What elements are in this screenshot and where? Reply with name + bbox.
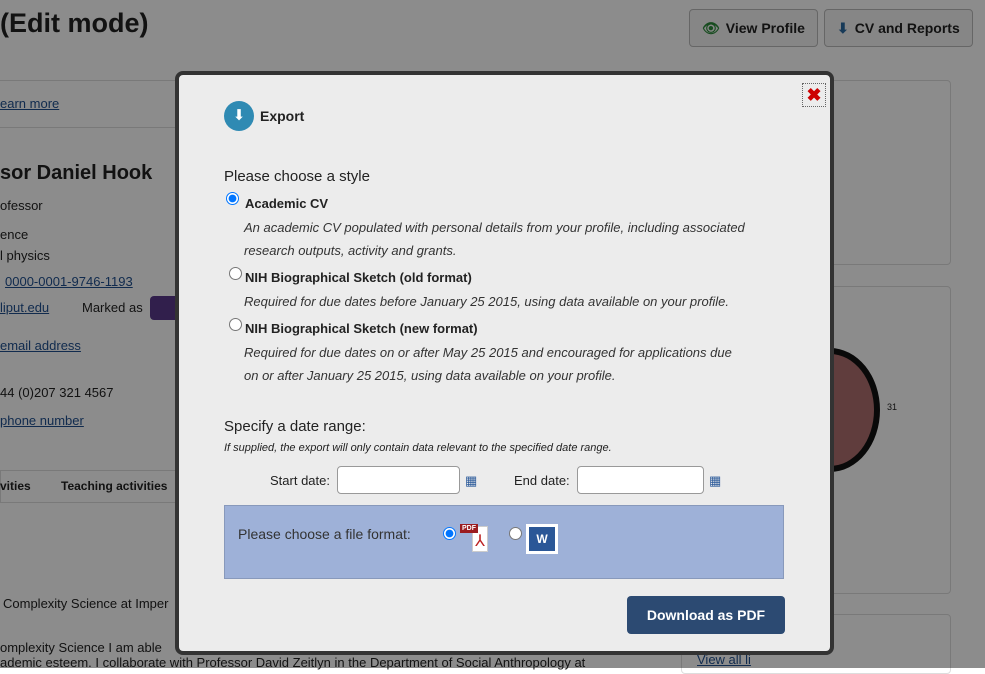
export-icon: ⬇	[224, 101, 254, 131]
end-date-label: End date:	[514, 473, 570, 488]
file-format-section: Please choose a file format: ⅄ PDF W	[224, 505, 784, 579]
end-date-input[interactable]	[577, 466, 704, 494]
pdf-icon: ⅄ PDF	[460, 524, 492, 554]
word-radio[interactable]	[509, 527, 522, 540]
close-button[interactable]: ✖	[802, 83, 826, 107]
style-desc: An academic CV populated with personal d…	[244, 220, 745, 235]
style-desc: Required for due dates on or after May 2…	[244, 345, 732, 360]
pdf-badge: PDF	[460, 524, 478, 533]
style-desc: on or after January 25 2015, using data …	[244, 368, 616, 383]
style-radio-academic-cv[interactable]	[226, 192, 239, 205]
date-note: If supplied, the export will only contai…	[224, 442, 612, 454]
style-label: NIH Biographical Sketch (new format)	[245, 321, 478, 336]
style-radio-nih-old[interactable]	[229, 267, 242, 280]
start-date-input[interactable]	[337, 466, 460, 494]
style-label: Academic CV	[245, 196, 329, 211]
word-icon: W	[526, 524, 558, 554]
style-desc: Required for due dates before January 25…	[244, 294, 729, 309]
date-heading: Specify a date range:	[224, 418, 366, 435]
style-heading: Please choose a style	[224, 168, 370, 185]
calendar-icon[interactable]: ▦	[465, 473, 477, 489]
start-date-label: Start date:	[270, 473, 330, 488]
export-dialog: ✖ ⬇ Export Please choose a style Academi…	[175, 71, 834, 655]
download-button[interactable]: Download as PDF	[627, 596, 785, 634]
pdf-radio[interactable]	[443, 527, 456, 540]
calendar-icon[interactable]: ▦	[709, 473, 721, 489]
dialog-title: Export	[260, 108, 305, 124]
style-radio-nih-new[interactable]	[229, 318, 242, 331]
style-desc: research outputs, activity and grants.	[244, 243, 457, 258]
file-format-label: Please choose a file format:	[238, 526, 411, 542]
style-label: NIH Biographical Sketch (old format)	[245, 270, 472, 285]
